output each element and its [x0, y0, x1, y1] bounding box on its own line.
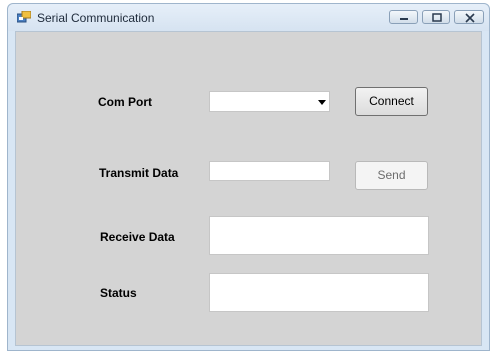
minimize-button[interactable] — [389, 10, 418, 24]
receive-data-textbox[interactable] — [209, 216, 429, 255]
form-client-area: Com Port Connect Transmit Data Send Rece… — [15, 31, 482, 346]
chevron-down-icon[interactable] — [318, 100, 326, 105]
status-textbox[interactable] — [209, 273, 429, 312]
send-button[interactable]: Send — [355, 161, 428, 190]
main-window: Serial Communication Com Port Connect Tr… — [7, 3, 490, 351]
close-icon — [465, 13, 475, 23]
maximize-icon — [432, 13, 442, 22]
connect-button[interactable]: Connect — [355, 87, 428, 116]
transmit-data-label: Transmit Data — [99, 166, 179, 180]
minimize-icon — [400, 18, 408, 20]
maximize-button[interactable] — [422, 10, 450, 24]
com-port-select[interactable] — [209, 91, 330, 112]
app-form-icon — [17, 11, 31, 23]
status-label: Status — [100, 286, 137, 300]
transmit-data-input[interactable] — [209, 161, 330, 181]
receive-data-label: Receive Data — [100, 230, 175, 244]
title-bar[interactable]: Serial Communication — [8, 4, 489, 31]
window-title: Serial Communication — [37, 11, 155, 25]
com-port-label: Com Port — [98, 95, 152, 109]
close-button[interactable] — [454, 10, 484, 24]
